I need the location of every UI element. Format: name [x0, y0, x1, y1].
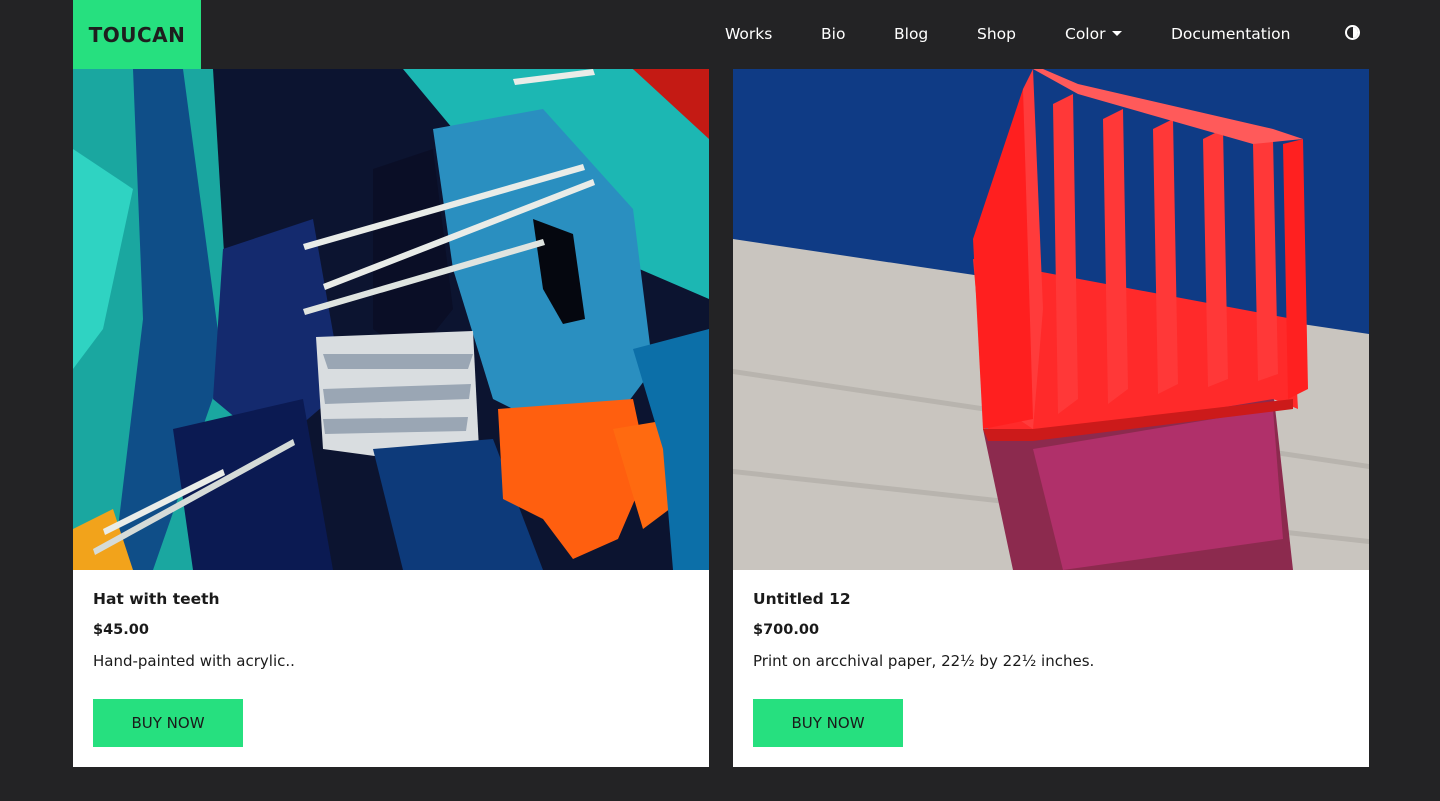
- nav-item-color-dropdown[interactable]: Color: [1065, 22, 1123, 46]
- product-price: $700.00: [753, 622, 820, 638]
- buy-now-button[interactable]: BUY NOW: [93, 699, 243, 747]
- product-description: Print on arcchival paper, 22½ by 22½ inc…: [753, 652, 1095, 670]
- nav-item-bio[interactable]: Bio: [821, 22, 845, 46]
- caret-down-icon: [1112, 31, 1123, 36]
- nav-item-documentation[interactable]: Documentation: [1171, 22, 1291, 46]
- product-image[interactable]: [73, 69, 709, 570]
- product-description: Hand-painted with acrylic..: [93, 652, 295, 670]
- brand-name: TOUCAN: [88, 22, 186, 47]
- brand-logo[interactable]: TOUCAN: [73, 0, 201, 69]
- product-image[interactable]: [733, 69, 1369, 570]
- nav-item-blog[interactable]: Blog: [894, 22, 928, 46]
- nav-item-shop[interactable]: Shop: [977, 22, 1016, 46]
- nav-item-color-label: Color: [1065, 25, 1106, 43]
- product-price: $45.00: [93, 622, 149, 638]
- product-title: Untitled 12: [753, 590, 851, 608]
- product-card: Hat with teeth $45.00 Hand-painted with …: [73, 69, 709, 767]
- contrast-toggle-icon[interactable]: [1345, 25, 1360, 40]
- top-navbar: TOUCAN Works Bio Blog Shop Color Documen…: [0, 0, 1440, 69]
- nav-item-works[interactable]: Works: [725, 22, 772, 46]
- product-title: Hat with teeth: [93, 590, 220, 608]
- product-card: Untitled 12 $700.00 Print on arcchival p…: [733, 69, 1369, 767]
- buy-now-button[interactable]: BUY NOW: [753, 699, 903, 747]
